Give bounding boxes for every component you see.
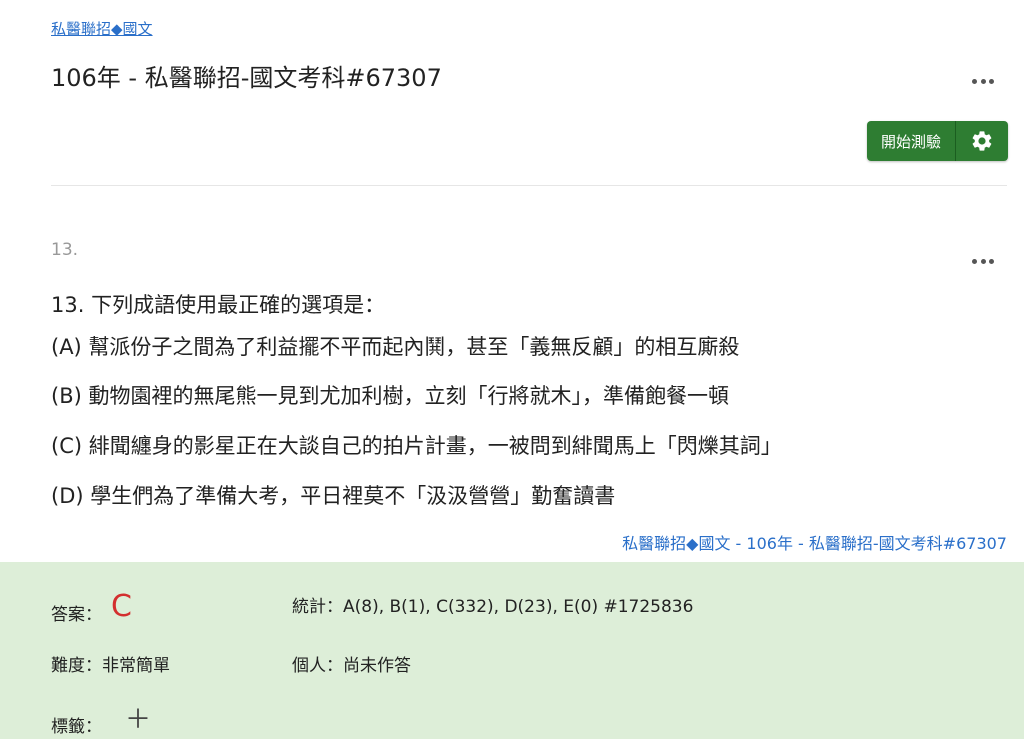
option-c: (C) 緋聞纏身的影星正在大談自己的拍片計畫，一被問到緋聞馬上「閃爍其詞」 — [51, 434, 782, 458]
question-number: 13. — [51, 240, 79, 260]
question-text: 13. 下列成語使用最正確的選項是： — [51, 293, 386, 317]
page: 私醫聯招◆國文 106年 - 私醫聯招-國文考科#67307 開始測驗 13. … — [0, 0, 1024, 739]
option-a: (A) 幫派份子之間為了利益擺不平而起內鬨，甚至「義無反顧」的相互廝殺 — [51, 335, 740, 359]
answer-value: C — [111, 589, 132, 624]
source-line: 私醫聯招◆國文 - 106年 - 私醫聯招-國文考科#67307 — [622, 530, 1007, 554]
question-more-options-icon[interactable] — [972, 257, 994, 265]
breadcrumb-link[interactable]: 私醫聯招◆國文 — [51, 18, 153, 39]
option-d: (D) 學生們為了準備大考，平日裡莫不「汲汲營營」勤奮讀書 — [51, 484, 616, 508]
start-test-button[interactable]: 開始測驗 — [866, 121, 956, 161]
personal-status: 個人：尚未作答 — [292, 656, 411, 676]
tags-label: 標籤： — [51, 717, 102, 737]
source-exam-link[interactable]: 106年 - 私醫聯招-國文考科#67307 — [746, 534, 1007, 553]
page-title: 106年 - 私醫聯招-國文考科#67307 — [51, 64, 442, 92]
source-separator: - — [730, 534, 747, 553]
add-tag-plus-icon[interactable]: ＋ — [125, 707, 151, 733]
divider — [51, 185, 1007, 186]
answer-label: 答案： — [51, 605, 102, 625]
option-b: (B) 動物園裡的無尾熊一見到尤加利樹，立刻「行將就木」，準備飽餐一頓 — [51, 384, 729, 408]
answer-panel: 答案： C 統計：A(8), B(1), C(332), D(23), E(0)… — [0, 562, 1024, 739]
gear-icon — [972, 131, 992, 151]
more-options-icon[interactable] — [972, 77, 994, 85]
settings-button[interactable] — [956, 121, 1008, 161]
source-category-link[interactable]: 私醫聯招◆國文 — [622, 534, 730, 553]
answer-stats: 統計：A(8), B(1), C(332), D(23), E(0) #1725… — [292, 597, 694, 617]
start-test-button-group: 開始測驗 — [866, 121, 1008, 161]
difficulty: 難度：非常簡單 — [51, 656, 170, 676]
